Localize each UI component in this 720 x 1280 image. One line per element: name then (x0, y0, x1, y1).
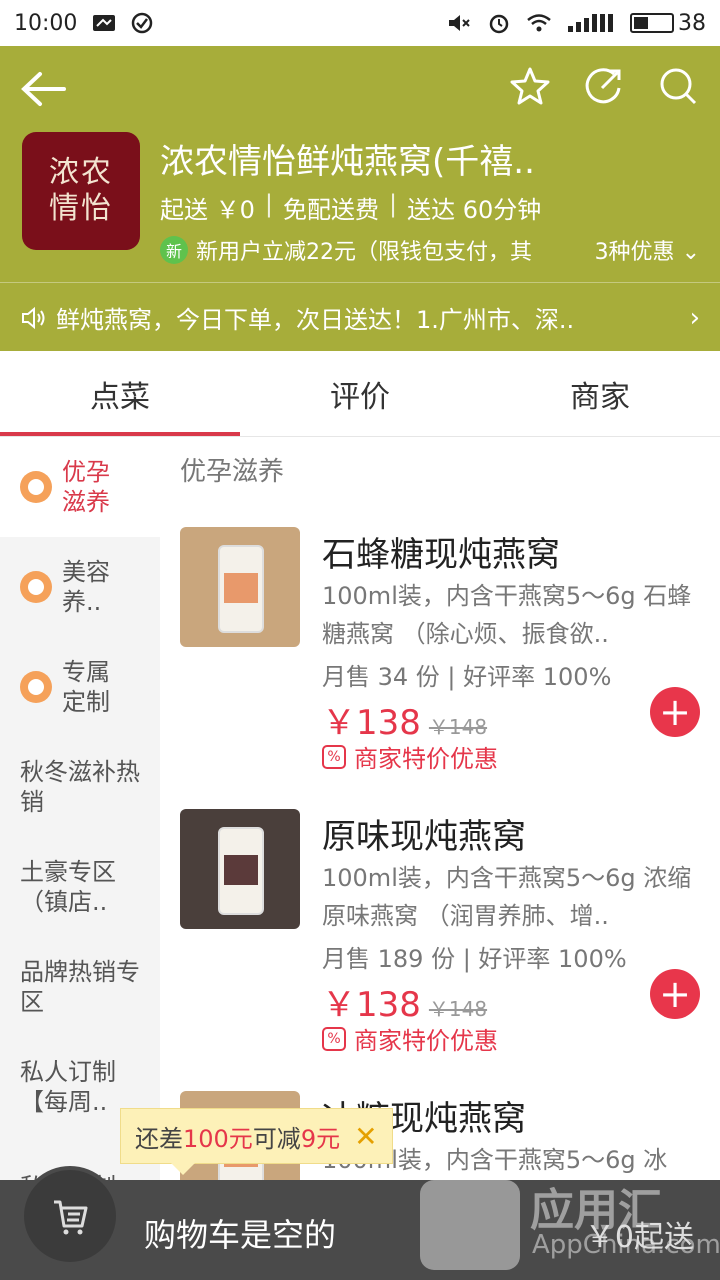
cart-status: 购物车是空的 (144, 1216, 337, 1254)
search-icon[interactable] (658, 66, 698, 106)
product-name[interactable]: 原味现炖燕窝 (322, 809, 526, 858)
discount-icon: % (322, 744, 346, 769)
tab-reviews[interactable]: 评价 (240, 351, 480, 436)
product-name[interactable]: 石蜂糖现炖燕窝 (322, 527, 560, 576)
add-to-cart-button[interactable]: + (650, 969, 700, 1019)
price-now: ￥138 (322, 703, 421, 743)
watermark: 应用汇 AppChina.com (420, 1160, 720, 1275)
share-icon[interactable] (584, 66, 624, 106)
notice-bar[interactable]: 鲜炖燕窝，今日下单，次日送达！1.广州市、深.. › (0, 282, 720, 352)
product-sales: 月售 189 份 | 好评率 100% (322, 945, 627, 973)
product-item[interactable]: 原味现炖燕窝 100ml装，内含干燕窝5～6g 浓缩原味燕窝 （润胃养肺、增..… (180, 809, 700, 1079)
logo-text-1: 浓农 (49, 155, 113, 190)
cart-icon (54, 1200, 88, 1235)
clock-icon (20, 671, 52, 703)
delivery-time: 送达 60分钟 (407, 196, 542, 224)
sidebar-item-pinpai[interactable]: 品牌热销专区 (0, 937, 160, 1037)
deal-label: 商家特价优惠 (354, 745, 498, 773)
sidebar-item-zhuanshu[interactable]: 专属定制 (0, 637, 160, 737)
price-old: ￥148 (428, 997, 488, 1021)
shop-logo: 浓农 情怡 (22, 132, 140, 250)
shop-name[interactable]: 浓农情怡鲜炖燕窝(千禧.. (160, 134, 535, 183)
product-image[interactable] (180, 809, 300, 929)
battery-icon (630, 13, 674, 33)
product-desc: 100ml装，内含干燕窝5～6g 石蜂糖燕窝 （除心烦、振食欲.. (322, 582, 692, 648)
product-desc: 100ml装，内含干燕窝5～6g 浓缩原味燕窝 （润胃养肺、增.. (322, 864, 692, 930)
shop-meta: 起送 ￥0 | 免配送费 | 送达 60分钟 (160, 190, 542, 224)
product-image[interactable] (180, 527, 300, 647)
status-time: 10:00 (14, 10, 78, 36)
alarm-icon (489, 14, 509, 34)
delivery-fee: 免配送费 (283, 196, 379, 224)
sidebar-item-meirong[interactable]: 美容养.. (0, 537, 160, 637)
product-price: ￥138 ￥148 (322, 695, 487, 744)
watermark-logo (420, 1180, 520, 1270)
discount-tooltip: 还差100元可减9元 ✕ (120, 1108, 393, 1175)
cart-button[interactable] (20, 1166, 120, 1266)
category-title: 优孕滋养 (180, 457, 285, 487)
product-price: ￥138 ￥148 (322, 977, 487, 1026)
sidebar-item-youyun[interactable]: 优孕滋养 (0, 437, 160, 537)
sidebar-item-label: 优孕滋养 (62, 458, 110, 516)
sidebar-item-label: 专属定制 (62, 658, 110, 716)
discount-icon: % (322, 1026, 346, 1051)
chevron-right-icon: › (689, 302, 700, 333)
check-circle-icon (132, 12, 153, 34)
notice-text: 鲜炖燕窝，今日下单，次日送达！1.广州市、深.. (56, 306, 575, 334)
min-order: 起送 ￥0 (160, 196, 255, 224)
chevron-down-icon: ⌄ (681, 240, 700, 265)
close-icon[interactable]: ✕ (354, 1120, 377, 1153)
clock-icon (20, 471, 52, 503)
sidebar-item-qiudong[interactable]: 秋冬滋补热销 (0, 737, 160, 837)
tab-merchant[interactable]: 商家 (480, 351, 720, 436)
product-item[interactable]: 石蜂糖现炖燕窝 100ml装，内含干燕窝5～6g 石蜂糖燕窝 （除心烦、振食欲.… (180, 527, 700, 797)
back-arrow-icon[interactable] (18, 66, 70, 112)
speaker-icon (22, 306, 45, 329)
signal-icon (568, 14, 613, 32)
battery: 38 (630, 11, 706, 36)
price-old: ￥148 (428, 715, 488, 739)
favorite-star-icon[interactable] (510, 66, 550, 106)
promo-row[interactable]: 新 新用户立减22元（限钱包支付，其 3种优惠 ⌄ (160, 234, 700, 266)
battery-level: 38 (678, 10, 706, 36)
mute-icon (449, 15, 470, 31)
add-to-cart-button[interactable]: + (650, 687, 700, 737)
tab-menu[interactable]: 点菜 (0, 351, 240, 436)
watermark-sub: AppChina.com (532, 1230, 720, 1260)
product-deal: % 商家特价优惠 (322, 739, 498, 774)
sidebar-item-label: 品牌热销专区 (20, 958, 140, 1016)
sidebar-item-tuhao[interactable]: 土豪专区（镇店.. (0, 837, 160, 937)
promo-text: 新用户立减22元（限钱包支付，其 (196, 240, 532, 265)
status-bar: 10:00 38 (0, 0, 720, 46)
shop-header: 浓农 情怡 浓农情怡鲜炖燕窝(千禧.. 起送 ￥0 | 免配送费 | 送达 60… (0, 46, 720, 351)
tooltip-text: 还差100元可减9元 (135, 1124, 341, 1153)
new-user-badge: 新 (160, 236, 188, 264)
product-sales: 月售 34 份 | 好评率 100% (322, 663, 612, 691)
wifi-icon (527, 14, 551, 32)
deal-label: 商家特价优惠 (354, 1027, 498, 1055)
sidebar-item-label: 秋冬滋补热销 (20, 758, 140, 816)
logo-text-2: 情怡 (49, 191, 113, 226)
sidebar-item-label: 土豪专区（镇店.. (20, 858, 116, 916)
tab-bar: 点菜 评价 商家 (0, 351, 720, 437)
sidebar-item-label: 美容养.. (62, 558, 110, 616)
watermark-title: 应用汇 (530, 1185, 662, 1236)
promo-count[interactable]: 3种优惠 ⌄ (595, 234, 700, 266)
clock-icon (20, 571, 52, 603)
product-deal: % 商家特价优惠 (322, 1021, 498, 1056)
notification-icon (93, 15, 116, 31)
price-now: ￥138 (322, 985, 421, 1025)
